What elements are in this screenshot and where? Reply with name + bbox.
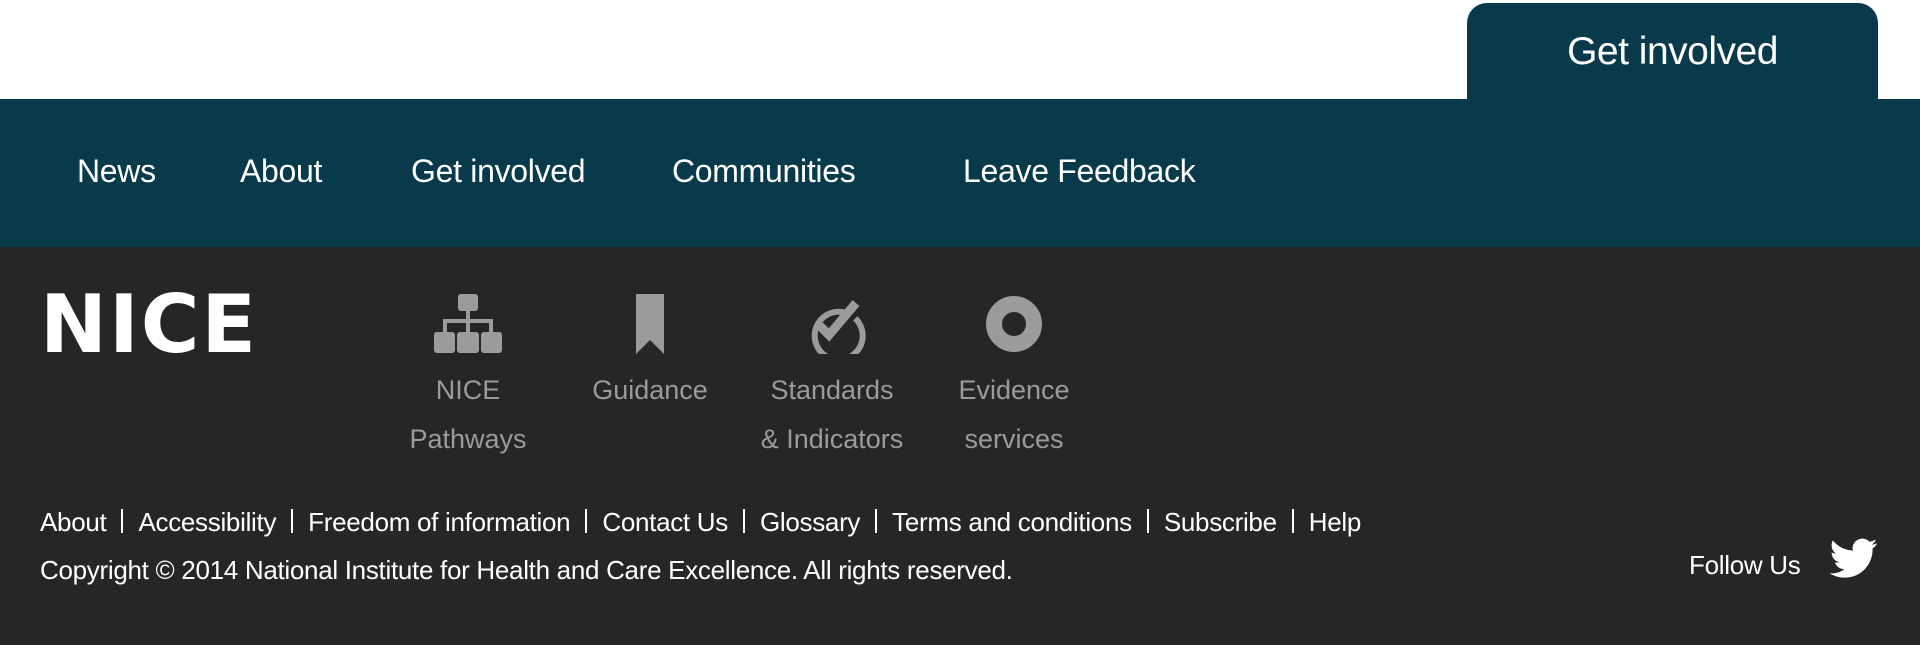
footer: NICE NICE Pathways Guidance Standards & … [0,247,1920,645]
nav-item-news[interactable]: News [77,151,156,191]
footer-link-terms-and-conditions[interactable]: Terms and conditions [892,507,1132,537]
sitemap-icon [388,294,548,354]
footer-link-accessibility[interactable]: Accessibility [138,507,276,537]
service-label: Evidence services [934,366,1094,464]
service-nice-pathways[interactable]: NICE Pathways [388,294,548,464]
link-divider [585,509,588,533]
service-label: Standards & Indicators [752,366,912,464]
link-divider [1291,509,1294,533]
service-label: NICE Pathways [388,366,548,464]
service-label-line2: services [964,424,1064,454]
footer-link-help[interactable]: Help [1309,507,1362,537]
link-divider [121,509,124,533]
service-label-line1: Standards [770,375,894,405]
link-divider [291,509,294,533]
footer-link-contact-us[interactable]: Contact Us [602,507,728,537]
bookmark-icon [570,294,730,354]
get-involved-tab[interactable]: Get involved [1467,3,1878,103]
nav-item-leave-feedback[interactable]: Leave Feedback [963,151,1196,191]
service-label-line2: & Indicators [760,424,904,454]
footer-link-about[interactable]: About [40,507,107,537]
nav-item-about[interactable]: About [240,151,322,191]
service-evidence-services[interactable]: Evidence services [934,294,1094,464]
footer-link-freedom-of-information[interactable]: Freedom of information [308,507,570,537]
check-circle-icon [752,294,912,354]
nav-item-communities[interactable]: Communities [672,151,856,191]
target-circle-icon [934,294,1094,354]
copyright-text: Copyright © 2014 National Institute for … [40,555,1013,585]
follow-us-label: Follow Us [1689,550,1801,580]
service-standards-indicators[interactable]: Standards & Indicators [752,294,912,464]
service-label-line1: NICE [435,375,501,405]
service-label-line1: Guidance [592,375,708,405]
nice-logo[interactable]: NICE [40,285,258,365]
link-divider [1146,509,1149,533]
link-divider [875,509,878,533]
link-divider [742,509,745,533]
nav-item-get-involved[interactable]: Get involved [411,151,586,191]
main-navigation: News About Get involved Communities Leav… [0,99,1920,247]
service-label: Guidance [570,366,730,415]
footer-link-subscribe[interactable]: Subscribe [1164,507,1277,537]
service-label-line1: Evidence [958,375,1070,405]
service-guidance[interactable]: Guidance [570,294,730,415]
twitter-icon[interactable] [1829,534,1878,582]
footer-links: About Accessibility Freedom of information… [40,507,1361,538]
footer-link-glossary[interactable]: Glossary [760,507,860,537]
service-label-line2: Pathways [409,424,527,454]
